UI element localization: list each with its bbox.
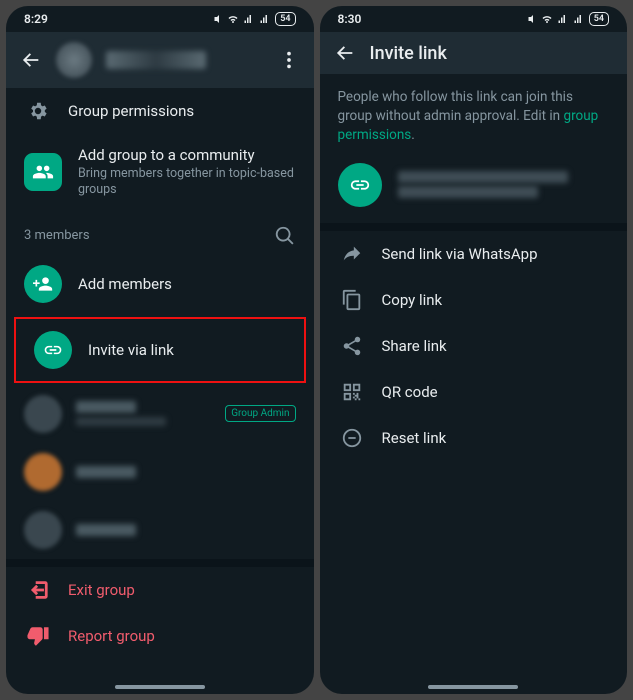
phone-group-info: 8:29 54 Group permissions Add gro [6, 6, 314, 694]
status-time: 8:30 [338, 12, 362, 26]
row-add-community[interactable]: Add group to a community Bring members t… [6, 134, 314, 211]
invite-link-label: Invite via link [88, 341, 286, 359]
signal2-icon [573, 13, 585, 25]
row-share-link[interactable]: Share link [320, 323, 628, 369]
member-row-3[interactable] [6, 501, 314, 559]
home-indicator [115, 685, 205, 689]
row-invite-link[interactable]: Invite via link [16, 319, 304, 381]
member-avatar [24, 511, 62, 549]
battery-level: 54 [275, 12, 295, 26]
row-send-link[interactable]: Send link via WhatsApp [320, 231, 628, 277]
exit-icon [24, 579, 52, 601]
member-row-1[interactable]: Group Admin [6, 385, 314, 443]
home-indicator [428, 685, 518, 689]
member-avatar [24, 453, 62, 491]
member-name [76, 401, 136, 413]
member-name [76, 466, 136, 478]
members-count: 3 members [24, 228, 90, 243]
signal-icon [557, 13, 569, 25]
highlight-invite-link: Invite via link [14, 317, 306, 383]
row-qr-code[interactable]: QR code [320, 369, 628, 415]
battery-level: 54 [589, 12, 609, 26]
add-person-icon [24, 265, 62, 303]
qr-label: QR code [382, 383, 610, 401]
link-icon [338, 163, 382, 207]
status-bar: 8:29 54 [6, 6, 314, 32]
invite-url [398, 168, 610, 201]
back-icon[interactable] [334, 42, 356, 64]
member-row-2[interactable] [6, 443, 314, 501]
row-report-group[interactable]: Report group [6, 613, 314, 659]
mute-icon [525, 13, 537, 25]
status-time: 8:29 [24, 12, 48, 26]
gear-icon [24, 100, 52, 122]
wifi-icon [541, 13, 553, 25]
signal-icon [243, 13, 255, 25]
send-label: Send link via WhatsApp [382, 245, 610, 263]
app-header [6, 32, 314, 88]
reset-label: Reset link [382, 429, 610, 447]
permissions-label: Group permissions [68, 102, 296, 120]
signal2-icon [259, 13, 271, 25]
admin-badge: Group Admin [225, 405, 295, 422]
copy-label: Copy link [382, 291, 610, 309]
wifi-icon [227, 13, 239, 25]
more-icon[interactable] [278, 49, 300, 71]
row-reset-link[interactable]: Reset link [320, 415, 628, 461]
app-header: Invite link [320, 32, 628, 74]
reset-icon [338, 427, 366, 449]
content: People who follow this link can join thi… [320, 74, 628, 694]
help-text: People who follow this link can join thi… [320, 74, 628, 151]
row-add-members[interactable]: Add members [6, 253, 314, 315]
community-label: Add group to a community [78, 146, 296, 164]
content: Group permissions Add group to a communi… [6, 88, 314, 694]
member-status [76, 417, 166, 426]
thumbs-down-icon [24, 625, 52, 647]
add-members-label: Add members [78, 275, 296, 293]
community-sub: Bring members together in topic-based gr… [78, 166, 296, 199]
status-bar: 8:30 54 [320, 6, 628, 32]
row-exit-group[interactable]: Exit group [6, 567, 314, 613]
divider [320, 223, 628, 231]
row-copy-link[interactable]: Copy link [320, 277, 628, 323]
mute-icon [211, 13, 223, 25]
status-icons: 54 [211, 12, 295, 26]
member-avatar [24, 395, 62, 433]
page-title: Invite link [370, 43, 614, 64]
help-post: . [411, 127, 415, 143]
invite-link-display[interactable] [320, 151, 628, 223]
back-icon[interactable] [20, 49, 42, 71]
phone-invite-link: 8:30 54 Invite link People who follow th… [320, 6, 628, 694]
exit-label: Exit group [68, 581, 296, 599]
share-icon [338, 335, 366, 357]
help-pre: People who follow this link can join thi… [338, 89, 573, 124]
forward-icon [338, 243, 366, 265]
qr-icon [338, 381, 366, 403]
share-label: Share link [382, 337, 610, 355]
report-label: Report group [68, 627, 296, 645]
copy-icon [338, 289, 366, 311]
group-title [106, 51, 206, 69]
search-icon[interactable] [274, 225, 296, 247]
members-header: 3 members [6, 211, 314, 253]
status-icons: 54 [525, 12, 609, 26]
member-name [76, 524, 136, 536]
community-icon [24, 153, 62, 191]
group-avatar[interactable] [56, 42, 92, 78]
divider [6, 559, 314, 567]
row-group-permissions[interactable]: Group permissions [6, 88, 314, 134]
link-icon [34, 331, 72, 369]
